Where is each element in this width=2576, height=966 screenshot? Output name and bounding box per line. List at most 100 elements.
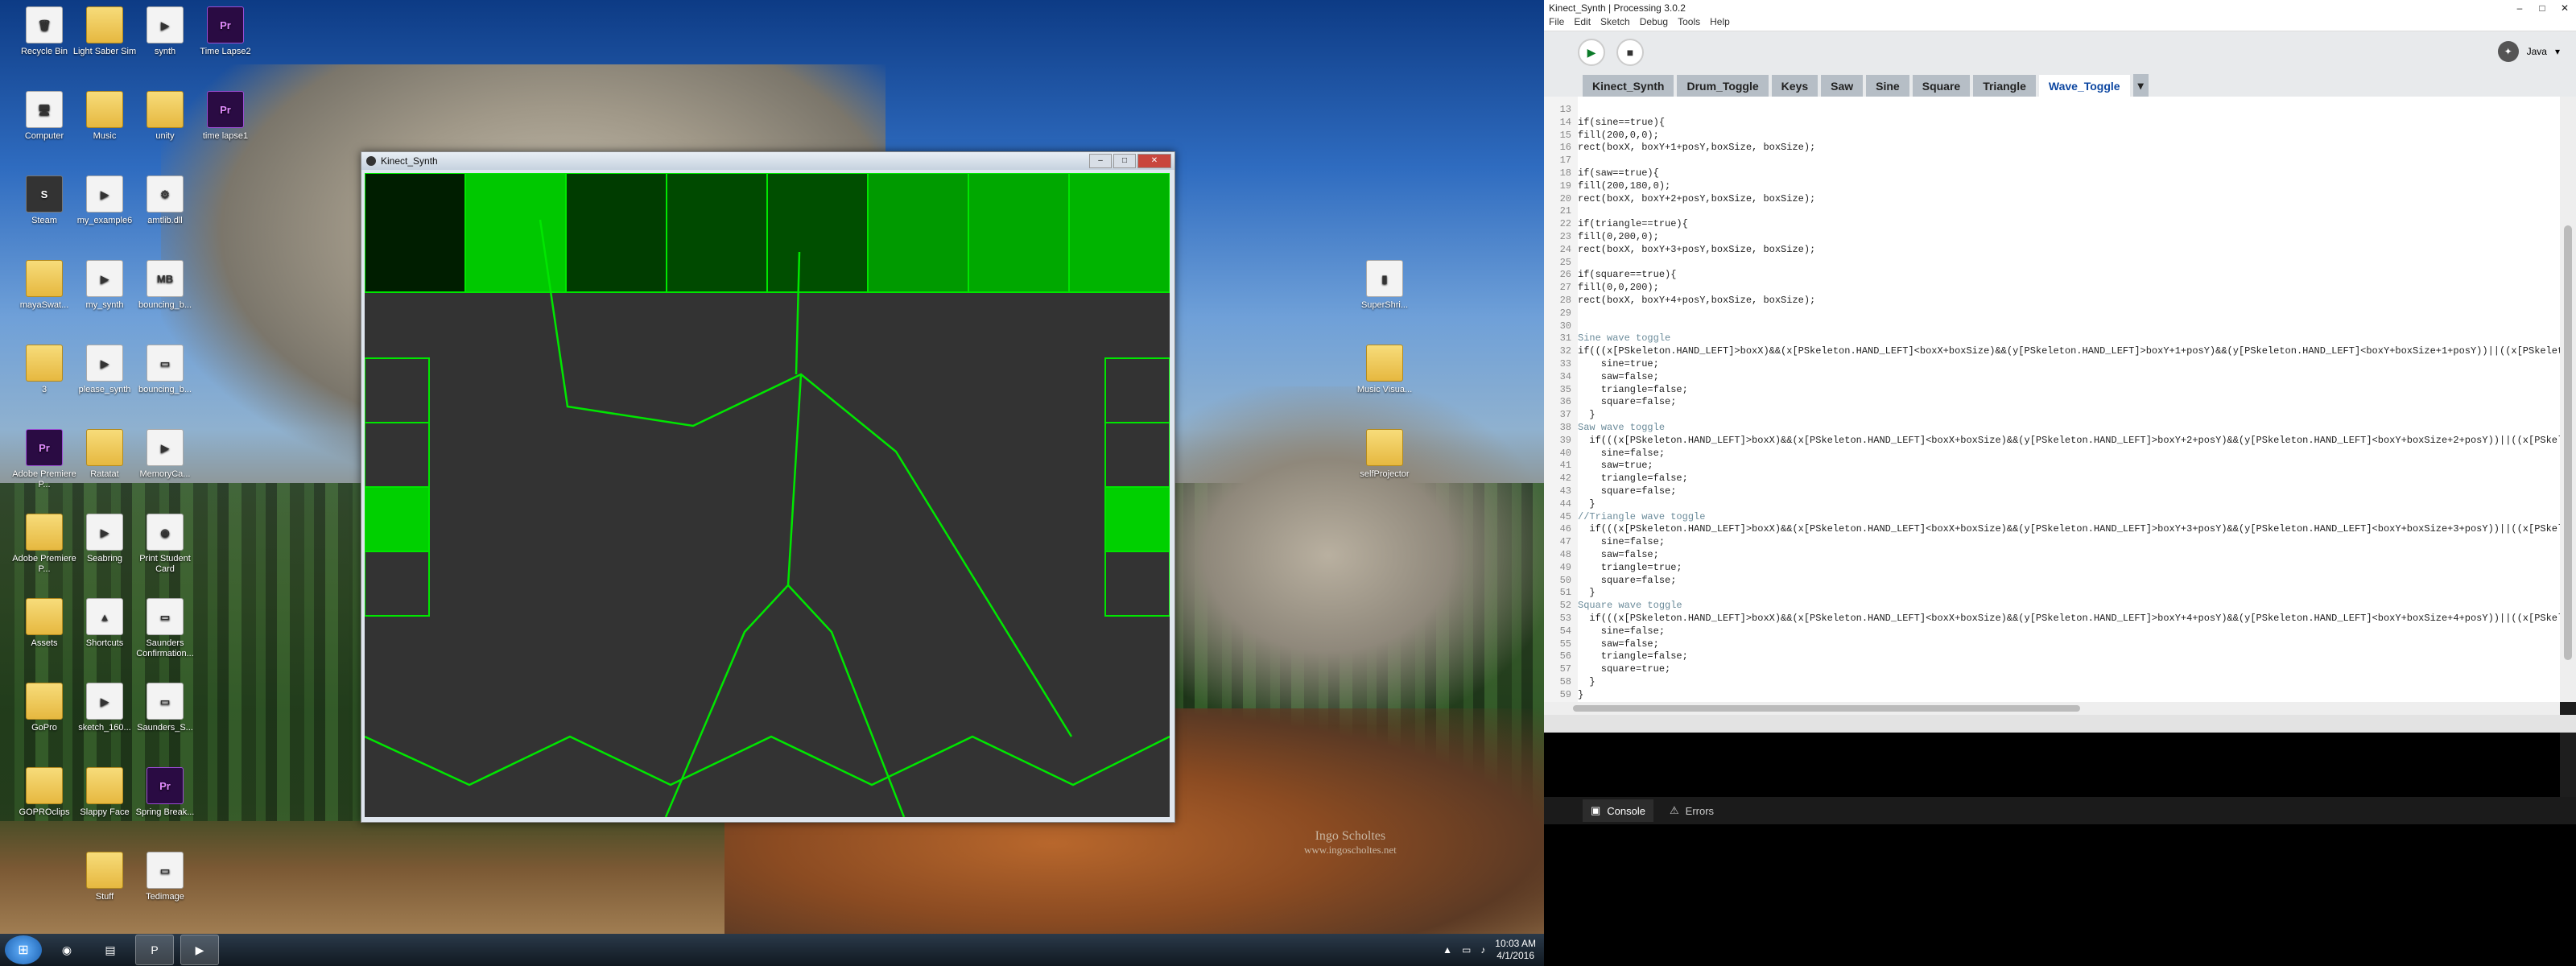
ide-titlebar[interactable]: Kinect_Synth | Processing 3.0.2 – □ ✕: [1544, 0, 2576, 16]
code-line[interactable]: 44 }: [1544, 497, 1596, 510]
start-button[interactable]: ⊞: [5, 935, 42, 964]
horizontal-scroll-thumb[interactable]: [1573, 705, 2080, 712]
code-line[interactable]: 29: [1544, 307, 1578, 320]
taskbar-chrome-icon[interactable]: ◉: [48, 935, 85, 964]
code-line[interactable]: 20 rect(boxX, boxY+2+posY,boxSize, boxSiz…: [1544, 192, 1816, 205]
desktop-icon[interactable]: ▭ Tedimage: [129, 852, 201, 902]
editor-vertical-scrollbar[interactable]: [2560, 97, 2576, 702]
taskbar-kinect-synth-icon[interactable]: ▶: [180, 935, 219, 965]
code-line[interactable]: 43 square=false;: [1544, 485, 1677, 497]
code-line[interactable]: 31 Sine wave toggle: [1544, 332, 1671, 345]
code-line[interactable]: 40 sine=false;: [1544, 447, 1665, 460]
code-line[interactable]: 25: [1544, 256, 1578, 269]
console-output[interactable]: [1544, 733, 2560, 797]
code-line[interactable]: 18 if(saw==true){: [1544, 167, 1659, 180]
code-line[interactable]: 13: [1544, 103, 1578, 116]
code-line[interactable]: 28 rect(boxX, boxY+4+posY,boxSize, boxSiz…: [1544, 294, 1816, 307]
code-line[interactable]: 24 rect(boxX, boxY+3+posY,boxSize, boxSiz…: [1544, 243, 1816, 256]
code-line[interactable]: 58 }: [1544, 675, 1596, 688]
network-icon[interactable]: ▭: [1462, 944, 1471, 956]
stop-button[interactable]: ■: [1616, 39, 1644, 66]
tray-arrow-icon[interactable]: ▲: [1443, 944, 1452, 956]
code-line[interactable]: 21: [1544, 204, 1578, 217]
code-line[interactable]: 16 rect(boxX, boxY+1+posY,boxSize, boxSiz…: [1544, 141, 1816, 154]
volume-icon[interactable]: ♪: [1480, 944, 1485, 956]
taskbar-processing-icon[interactable]: P: [135, 935, 174, 965]
tab-wave-toggle[interactable]: Wave_Toggle: [2038, 75, 2130, 97]
tab-sine[interactable]: Sine: [1866, 75, 1909, 97]
code-line[interactable]: 39 if(((x[PSkeleton.HAND_LEFT]>boxX)&&(x…: [1544, 434, 2560, 447]
menu-item-edit[interactable]: Edit: [1574, 16, 1591, 31]
code-line[interactable]: 47 sine=false;: [1544, 535, 1665, 548]
vertical-scroll-thumb[interactable]: [2564, 225, 2572, 660]
kinect-canvas[interactable]: [364, 172, 1170, 818]
desktop-icon[interactable]: selfProjector: [1348, 429, 1421, 480]
code-line[interactable]: 19 fill(200,180,0);: [1544, 180, 1671, 192]
tab-keys[interactable]: Keys: [1771, 75, 1818, 97]
maximize-button[interactable]: □: [1113, 154, 1136, 168]
close-button[interactable]: ✕: [1137, 154, 1171, 168]
menu-item-help[interactable]: Help: [1710, 16, 1730, 31]
desktop-icon[interactable]: ▭ Saunders_S...: [129, 683, 201, 733]
errors-tab[interactable]: ⚠ Errors: [1662, 799, 1722, 822]
desktop-icon[interactable]: ⚙ amtlib.dll: [129, 175, 201, 226]
code-line[interactable]: 35 triangle=false;: [1544, 383, 1688, 396]
taskbar-explorer-icon[interactable]: ▤: [92, 935, 129, 964]
tab-triangle[interactable]: Triangle: [1973, 75, 2036, 97]
code-line[interactable]: 51 }: [1544, 586, 1596, 599]
desktop-icon[interactable]: ▭ bouncing_b...: [129, 345, 201, 395]
menu-item-file[interactable]: File: [1549, 16, 1564, 31]
code-line[interactable]: 48 saw=false;: [1544, 548, 1659, 561]
code-line[interactable]: 37 }: [1544, 408, 1596, 421]
editor-horizontal-scrollbar[interactable]: [1544, 702, 2560, 715]
clock[interactable]: 10:03 AM 4/1/2016: [1495, 938, 1536, 962]
code-line[interactable]: 15 fill(200,0,0);: [1544, 129, 1659, 142]
desktop-icon[interactable]: Pr Time Lapse2: [189, 6, 262, 57]
desktop-icon[interactable]: Pr Spring Break...: [129, 767, 201, 818]
desktop-icon[interactable]: ▭ Saunders Confirmation...: [129, 598, 201, 659]
code-line[interactable]: 53 if(((x[PSkeleton.HAND_LEFT]>boxX)&&(x…: [1544, 612, 2560, 625]
code-line[interactable]: 41 saw=true;: [1544, 459, 1653, 472]
tab-square[interactable]: Square: [1912, 75, 1971, 97]
tab-kinect-synth[interactable]: Kinect_Synth: [1583, 75, 1674, 97]
minimize-button[interactable]: –: [1089, 154, 1112, 168]
code-editor[interactable]: 13 14 if(sine==true){15 fill(200,0,0); 16 rec…: [1544, 97, 2560, 702]
code-line[interactable]: 27 fill(0,0,200);: [1544, 281, 1659, 294]
code-line[interactable]: 46 if(((x[PSkeleton.HAND_LEFT]>boxX)&&(x…: [1544, 522, 2560, 535]
code-line[interactable]: 55 saw=false;: [1544, 638, 1659, 650]
ide-minimize-button[interactable]: –: [2508, 2, 2531, 14]
code-line[interactable]: 50 square=false;: [1544, 574, 1677, 587]
kinect-synth-window[interactable]: Kinect_Synth – □ ✕: [361, 151, 1175, 823]
kinect-window-titlebar[interactable]: Kinect_Synth – □ ✕: [361, 152, 1174, 170]
desktop-icon[interactable]: Pr time lapse1: [189, 91, 262, 142]
code-line[interactable]: 23 fill(0,200,0);: [1544, 230, 1659, 243]
ide-maximize-button[interactable]: □: [2531, 2, 2553, 14]
desktop-icon[interactable]: ▮ SuperShri...: [1348, 260, 1421, 311]
code-line[interactable]: 14 if(sine==true){: [1544, 116, 1665, 129]
code-line[interactable]: 30: [1544, 320, 1578, 332]
mode-selector[interactable]: Java: [2527, 46, 2547, 57]
console-tab[interactable]: ▣ Console: [1583, 799, 1653, 822]
code-line[interactable]: 38 Saw wave toggle: [1544, 421, 1665, 434]
code-line[interactable]: 34 saw=false;: [1544, 370, 1659, 383]
code-line[interactable]: 36 square=false;: [1544, 395, 1677, 408]
code-line[interactable]: 57 square=true;: [1544, 663, 1671, 675]
code-line[interactable]: 52 Square wave toggle: [1544, 599, 1682, 612]
run-button[interactable]: ▶: [1578, 39, 1605, 66]
menu-item-debug[interactable]: Debug: [1640, 16, 1668, 31]
code-line[interactable]: 45 //Triangle wave toggle: [1544, 510, 1706, 523]
code-line[interactable]: 32 if(((x[PSkeleton.HAND_LEFT]>boxX)&&(x[…: [1544, 345, 2560, 357]
menu-item-tools[interactable]: Tools: [1678, 16, 1700, 31]
code-line[interactable]: 49 triangle=true;: [1544, 561, 1682, 574]
code-line[interactable]: 17: [1544, 154, 1578, 167]
tab-saw[interactable]: Saw: [1821, 75, 1864, 97]
desktop-icon[interactable]: ▶ MemoryCa...: [129, 429, 201, 480]
code-line[interactable]: 22 if(triangle==true){: [1544, 217, 1688, 230]
code-line[interactable]: 33 sine=true;: [1544, 357, 1659, 370]
desktop-icon[interactable]: MB bouncing_b...: [129, 260, 201, 311]
tab-menu-chevron-icon[interactable]: ▾: [2132, 74, 2149, 97]
code-line[interactable]: 56 triangle=false;: [1544, 650, 1688, 663]
code-line[interactable]: 26 if(square==true){: [1544, 268, 1677, 281]
desktop-icon[interactable]: Music Visua...: [1348, 345, 1421, 395]
debug-icon[interactable]: ✦: [2497, 41, 2519, 62]
